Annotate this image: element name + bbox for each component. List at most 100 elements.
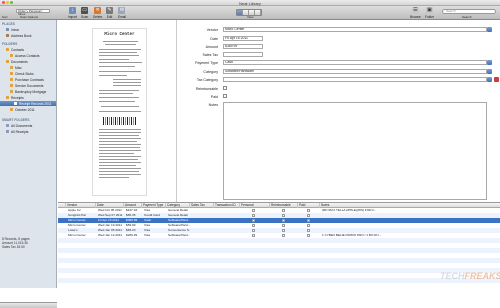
- sidebar: Places Inbox Address Book Folders Contac…: [0, 20, 57, 308]
- sort-select[interactable]: Order v Personal / Inbox: [16, 9, 50, 16]
- sidebar-item-access-contacts[interactable]: Access Contacts: [10, 53, 40, 58]
- category-select[interactable]: Software/Hardware: [223, 69, 487, 74]
- empty-row: [58, 238, 500, 243]
- view-mode-cover[interactable]: [255, 10, 261, 15]
- payment-type-dropdown-button[interactable]: [487, 60, 492, 65]
- sidebar-section-folders: Folders: [2, 42, 18, 46]
- email-button[interactable]: ✉ Email: [118, 7, 126, 19]
- delete-button[interactable]: ✕ Delete: [93, 7, 102, 19]
- receipt-header: Micro Center: [104, 33, 135, 37]
- edit-icon: ✎: [106, 7, 113, 14]
- date-label: Date: [210, 37, 218, 41]
- sidebar-item-misc[interactable]: Misc: [10, 65, 22, 70]
- scan-options-label[interactable]: Scan Options: [20, 15, 38, 19]
- personal-checkbox[interactable]: [252, 234, 255, 237]
- notes-label: Notes: [208, 103, 218, 107]
- tax-category-dropdown-button[interactable]: [487, 77, 492, 82]
- paid-checkbox[interactable]: [307, 224, 310, 227]
- notes-field[interactable]: [223, 102, 487, 200]
- personal-checkbox[interactable]: [252, 209, 255, 212]
- folder-icon: [10, 78, 13, 81]
- personal-checkbox[interactable]: [252, 224, 255, 227]
- folder-icon: [10, 66, 13, 69]
- reimbursable-checkbox[interactable]: [282, 229, 285, 232]
- tax-category-select[interactable]: [223, 77, 487, 82]
- delete-icon: ✕: [94, 7, 102, 14]
- sidebar-item-service-documents[interactable]: Service Documents: [10, 83, 44, 88]
- reimbursable-checkbox[interactable]: [282, 214, 285, 217]
- import-icon: ↓: [69, 7, 77, 14]
- browse-button[interactable]: ☰ Browse: [410, 7, 421, 19]
- sidebar-item-inbox[interactable]: Inbox: [6, 27, 19, 32]
- sidebar-item-bankruptcy-mortgage[interactable]: Bankruptcy Mortgage: [10, 89, 46, 94]
- edit-button[interactable]: ✎ Edit: [106, 7, 113, 19]
- sidebar-item-october-2011[interactable]: October 2011: [10, 107, 35, 112]
- vendor-label: Vendor: [206, 28, 218, 32]
- sales-tax-label: Sales Tax: [202, 53, 218, 57]
- category-dropdown-button[interactable]: [487, 69, 492, 74]
- reimbursable-label: Reimbursable: [195, 87, 218, 91]
- vendor-dropdown-button[interactable]: [487, 27, 492, 32]
- sidebar-action-bar: [0, 302, 57, 308]
- folder-icon: [10, 54, 13, 57]
- sidebar-item-all-documents[interactable]: All Documents: [6, 123, 32, 128]
- empty-row: [58, 248, 500, 253]
- sidebar-item-documents[interactable]: Documents: [6, 59, 28, 64]
- category-label: Category: [203, 70, 218, 74]
- paid-checkbox[interactable]: [307, 234, 310, 237]
- reimbursable-checkbox[interactable]: [282, 234, 285, 237]
- sidebar-item-contacts[interactable]: Contacts: [6, 47, 24, 52]
- amount-label: Amount: [205, 45, 218, 49]
- paid-label: Paid: [210, 95, 218, 99]
- view-label: View: [247, 15, 254, 19]
- folder-icon: [6, 60, 9, 63]
- sidebar-item-all-receipts[interactable]: All Receipts: [6, 129, 28, 134]
- sidebar-item-check-stubs[interactable]: Check Stubs: [10, 71, 34, 76]
- sidebar-item-receipts[interactable]: Receipts: [6, 95, 24, 100]
- folder-button[interactable]: ▣ Folder: [425, 7, 434, 19]
- sidebar-stats: 8 Records, 8 pages Amount 11,016.36 Sale…: [2, 237, 30, 249]
- sidebar-item-purchase-contracts[interactable]: Purchase Contracts: [10, 77, 44, 82]
- sales-tax-field[interactable]: [223, 52, 263, 57]
- paid-checkbox[interactable]: [223, 94, 227, 98]
- vendor-field[interactable]: Micro Center: [223, 27, 487, 32]
- reimbursable-checkbox[interactable]: [282, 219, 285, 222]
- sidebar-item-address-book[interactable]: Address Book: [6, 33, 32, 38]
- inbox-icon: [6, 28, 9, 31]
- folder-icon: [10, 84, 13, 87]
- paid-checkbox[interactable]: [307, 214, 310, 217]
- sort-label: Sort: [2, 15, 8, 19]
- receipt-barcode: [103, 117, 137, 125]
- payment-type-label: Payment Type: [195, 61, 218, 65]
- empty-row: [58, 268, 500, 273]
- email-icon: ✉: [118, 7, 126, 14]
- watermark-logo: TECHFREAKS: [440, 271, 500, 281]
- sidebar-item-receipt-records-2011[interactable]: Receipt Records 2011: [0, 101, 56, 106]
- reimbursable-checkbox[interactable]: [282, 209, 285, 212]
- empty-row: [58, 278, 500, 283]
- paid-checkbox[interactable]: [307, 229, 310, 232]
- receipt-image: Micro Center: [92, 28, 147, 196]
- personal-checkbox[interactable]: [252, 219, 255, 222]
- import-button[interactable]: ↓ Import: [68, 7, 77, 19]
- receipt-preview[interactable]: Micro Center: [58, 20, 177, 202]
- amount-field[interactable]: $389.99: [223, 44, 263, 49]
- paid-checkbox[interactable]: [307, 209, 310, 212]
- payment-type-select[interactable]: Cash: [223, 60, 487, 65]
- paid-checkbox[interactable]: [307, 219, 310, 222]
- browse-icon: ☰: [411, 7, 419, 14]
- toolbar: Order v Personal / Inbox Sort Scan Optio…: [0, 6, 500, 20]
- reimbursable-checkbox[interactable]: [282, 224, 285, 227]
- smart-folder-icon: [6, 130, 9, 133]
- tax-category-alert-icon[interactable]: [494, 77, 499, 82]
- folder-icon: [10, 72, 13, 75]
- date-field[interactable]: Fri Apr 15 2011: [223, 36, 263, 41]
- reimbursable-checkbox[interactable]: [223, 86, 227, 90]
- search-input[interactable]: Search: [442, 9, 496, 14]
- personal-checkbox[interactable]: [252, 214, 255, 217]
- scan-button[interactable]: ▭ Scan: [81, 7, 88, 19]
- folder-icon: [10, 108, 13, 111]
- personal-checkbox[interactable]: [252, 229, 255, 232]
- search-label: Search: [462, 15, 472, 19]
- address-book-icon: [6, 34, 9, 37]
